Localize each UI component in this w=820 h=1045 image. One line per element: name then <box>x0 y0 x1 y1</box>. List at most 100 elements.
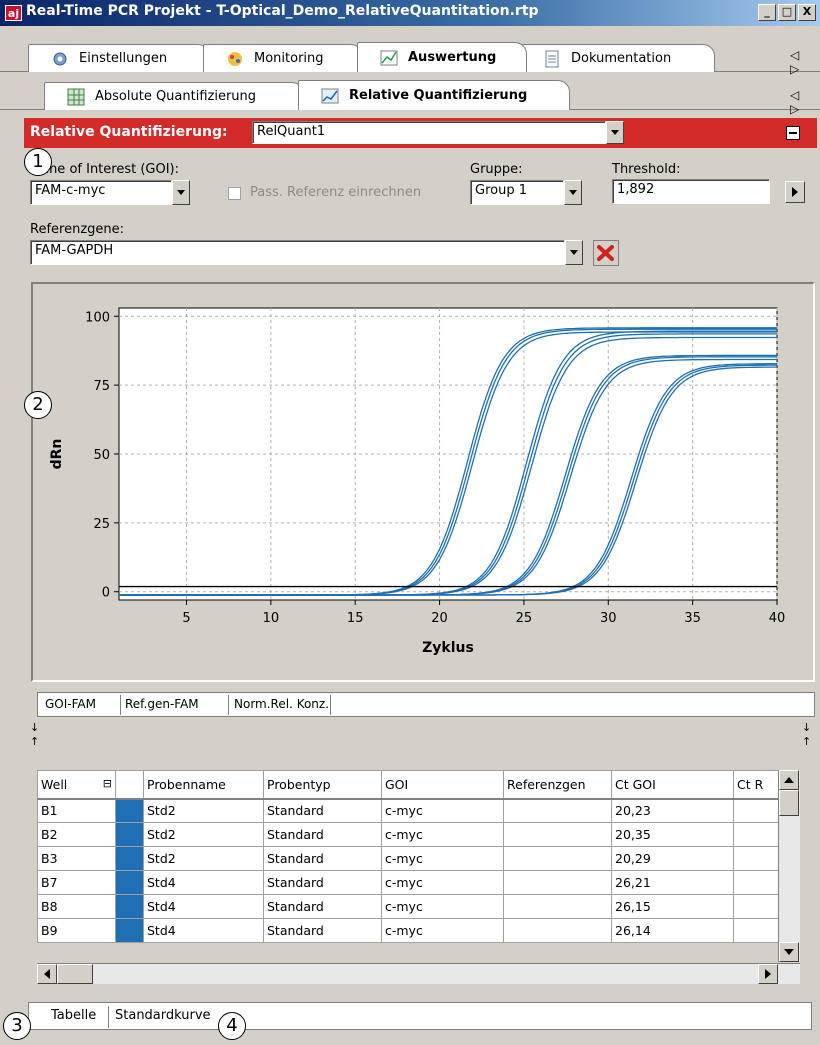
y-tick-label: 0 <box>102 586 110 601</box>
tab-relative-quantifizierung[interactable]: Relative Quantifizierung <box>298 80 570 110</box>
column-header-goi[interactable]: GOI <box>381 770 504 800</box>
collapse-button[interactable] <box>786 126 800 140</box>
tab-auswertung[interactable]: Auswertung <box>357 42 527 72</box>
delete-icon[interactable] <box>593 240 619 266</box>
tab-monitoring[interactable]: Monitoring <box>203 44 363 72</box>
column-header-referenzgen[interactable]: Referenzgen <box>503 770 612 800</box>
callout-1: 1 <box>24 148 52 176</box>
scroll-up-button[interactable] <box>779 770 799 790</box>
column-header-probenname[interactable]: Probenname <box>143 770 264 800</box>
cell-goi: c-myc <box>381 798 504 823</box>
callout-4: 4 <box>218 1012 246 1040</box>
results-table[interactable]: Well ⊟ Probenname Probentyp GOI Referenzg… <box>37 770 779 943</box>
gruppe-dropdown-button[interactable] <box>564 180 582 205</box>
callout-2: 2 <box>24 391 52 419</box>
tab-goi-fam[interactable]: GOI-FAM <box>45 697 96 711</box>
threshold-apply-button[interactable] <box>785 181 805 203</box>
scroll-down-button[interactable] <box>779 942 799 962</box>
tab-divider <box>228 695 229 715</box>
splitter-down-right[interactable]: ↓ <box>802 721 811 734</box>
tab-tabelle[interactable]: Tabelle <box>51 1008 96 1023</box>
column-menu-icon[interactable]: ⊟ <box>103 777 112 790</box>
maximize-button[interactable]: □ <box>778 4 796 21</box>
table-row[interactable]: B7 Std4 Standard c-myc 26,21 <box>37 870 779 895</box>
cell-probentyp: Standard <box>263 822 382 847</box>
column-header-ct-ref[interactable]: Ct R <box>733 770 779 800</box>
cell-referenzgen <box>503 894 612 919</box>
passive-ref-checkbox[interactable] <box>228 187 241 200</box>
cell-probenname: Std4 <box>143 870 264 895</box>
table-vertical-scrollbar[interactable] <box>778 770 800 962</box>
tab-absolute-quantifizierung[interactable]: Absolute Quantifizierung <box>44 82 304 110</box>
cell-probenname: Std2 <box>143 822 264 847</box>
splitter-down-left[interactable]: ↓ <box>30 721 39 734</box>
tab-norm-rel-konz[interactable]: Norm.Rel. Konz. <box>234 697 329 711</box>
tab-divider <box>120 695 121 715</box>
amplification-chart[interactable]: 5 10 15 20 25 30 35 40 0 25 50 75 100 Zyklus dRn <box>33 284 813 680</box>
tab-standardkurve[interactable]: Standardkurve <box>115 1008 211 1023</box>
column-header-well[interactable]: Well ⊟ <box>37 770 116 800</box>
column-header-ct-goi[interactable]: Ct GOI <box>611 770 734 800</box>
subtab-scroll-arrows[interactable]: ◁ ▷ <box>790 88 820 116</box>
cell-well: B9 <box>37 918 116 943</box>
x-tick-label: 5 <box>182 611 190 626</box>
cell-goi: c-myc <box>381 822 504 847</box>
relquant-select[interactable]: RelQuant1 <box>252 121 606 144</box>
table-row[interactable]: B8 Std4 Standard c-myc 26,15 <box>37 894 779 919</box>
table-horizontal-scrollbar[interactable] <box>37 963 800 984</box>
cell-probenname: Std2 <box>143 846 264 871</box>
cell-goi: c-myc <box>381 918 504 943</box>
splitter-up-left[interactable]: ↑ <box>30 735 39 748</box>
callout-3: 3 <box>3 1012 31 1040</box>
scroll-left-button[interactable] <box>37 964 57 984</box>
tab-divider <box>108 1006 109 1028</box>
y-tick-label: 25 <box>93 517 110 532</box>
threshold-label: Threshold: <box>612 162 681 177</box>
window-titlebar[interactable]: aj Real-Time PCR Projekt - T-Optical_Dem… <box>0 0 820 26</box>
cell-ct-ref <box>733 846 779 871</box>
refgene-dropdown-button[interactable] <box>565 240 583 265</box>
monitoring-icon <box>228 51 242 66</box>
tab-einstellungen[interactable]: Einstellungen <box>28 44 210 72</box>
scroll-thumb[interactable] <box>779 790 799 816</box>
relquant-label: Relative Quantifizierung: <box>30 124 228 140</box>
tab-dokumentation[interactable]: Dokumentation <box>520 44 715 72</box>
table-header-row: Well ⊟ Probenname Probentyp GOI Referenzg… <box>37 770 779 800</box>
column-header-color[interactable] <box>115 770 144 800</box>
x-axis-label: Zyklus <box>422 640 474 656</box>
cell-color-swatch <box>115 798 144 823</box>
y-tick-label: 50 <box>93 448 110 463</box>
table-row[interactable]: B3 Std2 Standard c-myc 20,29 <box>37 846 779 871</box>
column-header-probentyp[interactable]: Probentyp <box>263 770 382 800</box>
x-tick-label: 40 <box>769 611 786 626</box>
cell-ct-goi: 26,14 <box>611 918 734 943</box>
bottom-tab-strip: Tabelle Standardkurve <box>28 1002 812 1030</box>
threshold-input[interactable]: 1,892 <box>612 179 770 204</box>
refgene-select[interactable]: FAM-GAPDH <box>30 240 565 265</box>
table-row[interactable]: B2 Std2 Standard c-myc 20,35 <box>37 822 779 847</box>
cell-goi: c-myc <box>381 894 504 919</box>
cell-color-swatch <box>115 870 144 895</box>
cell-ct-goi: 26,15 <box>611 894 734 919</box>
goi-select[interactable]: FAM-c-myc <box>30 180 172 205</box>
tab-label: Einstellungen <box>79 51 168 66</box>
hscroll-thumb[interactable] <box>57 964 93 984</box>
chart-tab-strip: GOI-FAM Ref.gen-FAM Norm.Rel. Konz. <box>37 692 815 717</box>
minimize-button[interactable]: _ <box>758 4 776 21</box>
close-button[interactable]: X <box>798 4 816 21</box>
table-row[interactable]: B1 Std2 Standard c-myc 20,23 <box>37 798 779 823</box>
splitter-up-right[interactable]: ↑ <box>802 735 811 748</box>
tab-scroll-arrows[interactable]: ◁ ▷ <box>790 48 820 76</box>
relquant-dropdown-button[interactable] <box>606 121 624 144</box>
gruppe-select[interactable]: Group 1 <box>470 180 564 205</box>
goi-dropdown-button[interactable] <box>172 180 190 205</box>
cell-probenname: Std4 <box>143 894 264 919</box>
document-icon <box>545 50 559 67</box>
table-row[interactable]: B9 Std4 Standard c-myc 26,14 <box>37 918 779 943</box>
relative-chart-icon <box>321 88 339 103</box>
scroll-right-button[interactable] <box>758 964 778 984</box>
chart-icon <box>380 50 398 65</box>
x-tick-label: 20 <box>431 611 448 626</box>
cell-ct-goi: 20,29 <box>611 846 734 871</box>
tab-refgen-fam[interactable]: Ref.gen-FAM <box>125 697 199 711</box>
